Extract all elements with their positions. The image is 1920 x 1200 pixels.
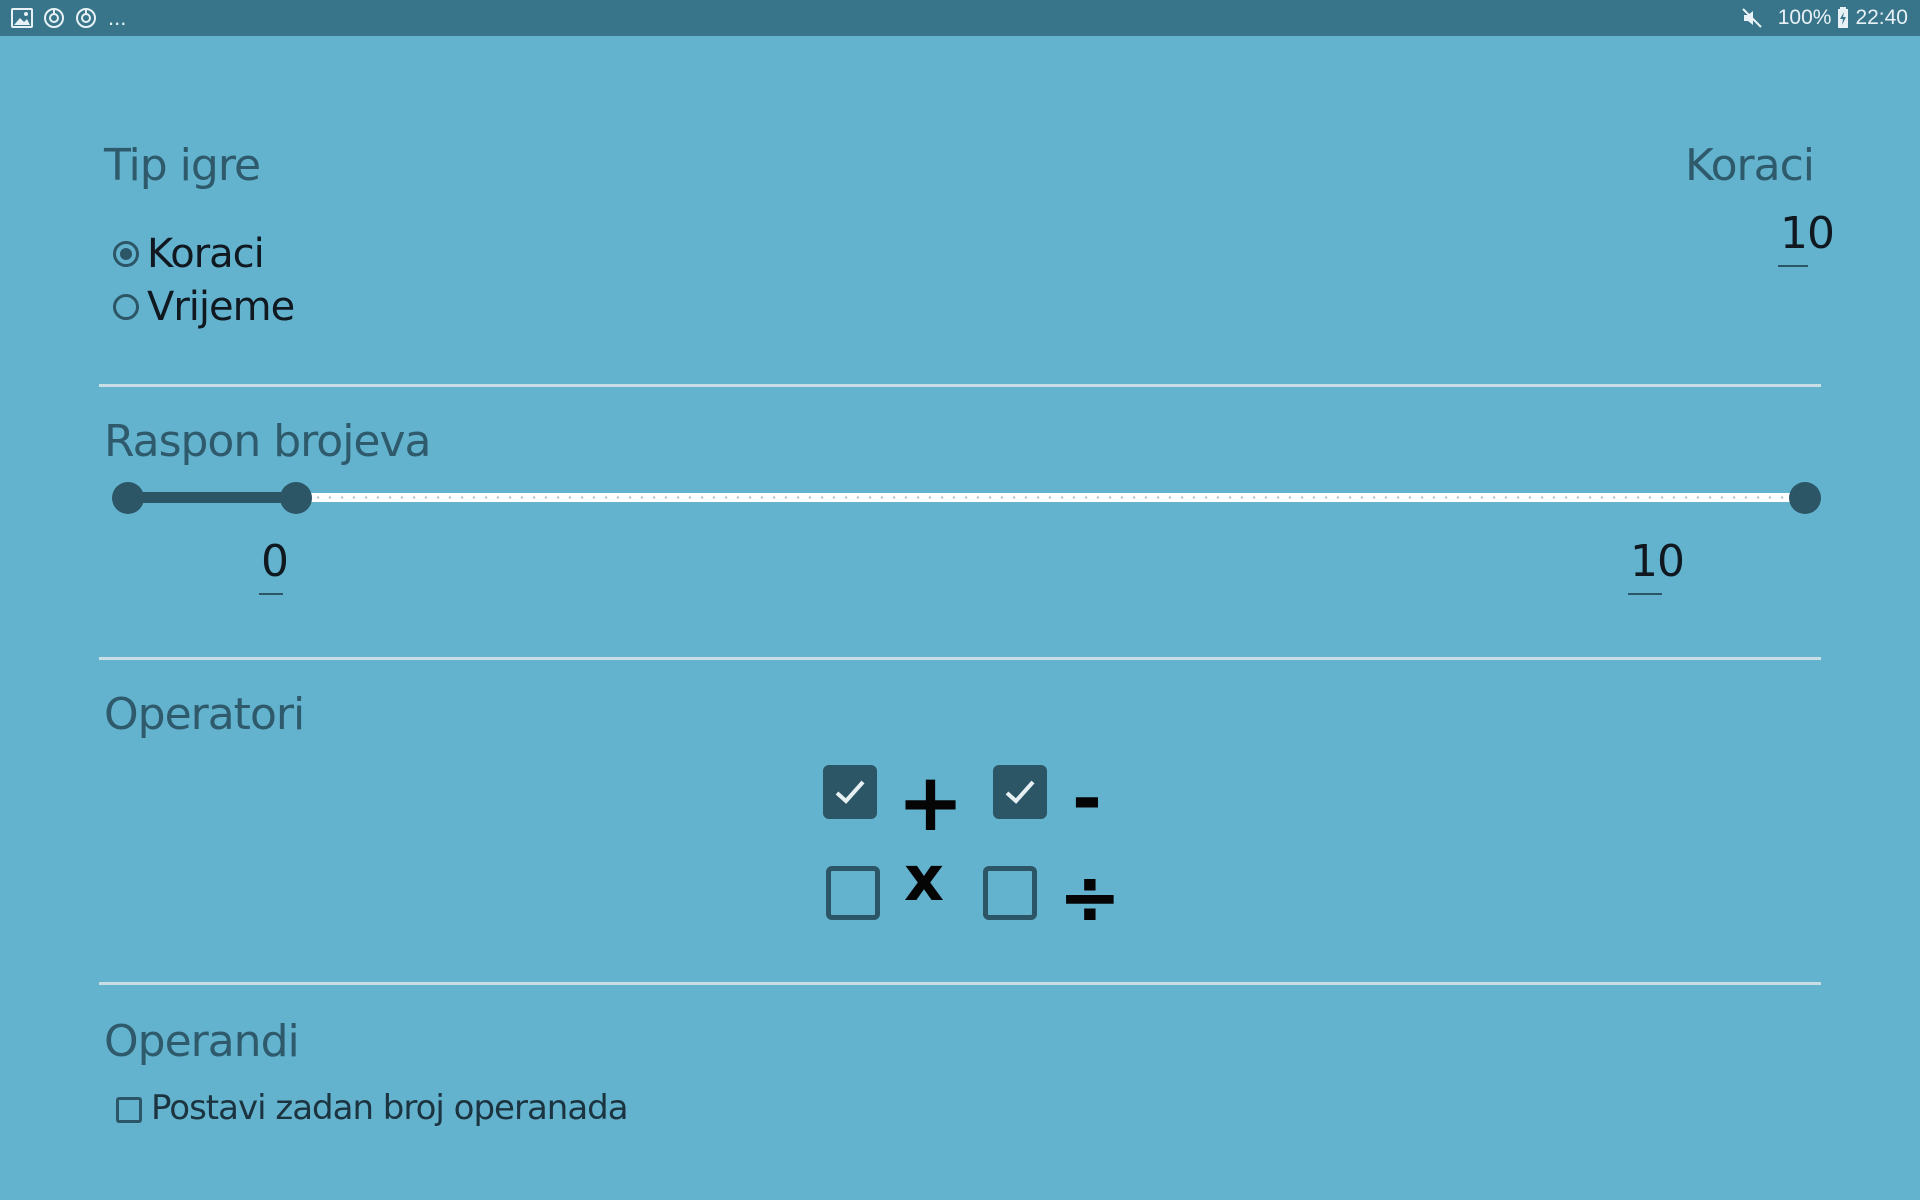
mute-icon: [1742, 8, 1762, 28]
operator-divide: ÷: [1058, 852, 1122, 941]
radio-koraci[interactable]: Koraci: [113, 231, 265, 277]
radio-koraci-label: Koraci: [147, 231, 265, 277]
clock: 22:40: [1855, 6, 1908, 29]
more-notifications-dots: ...: [108, 5, 127, 30]
slider-track-ticks: [300, 496, 1800, 499]
set-operand-count-label: Postavi zadan broj operanada: [151, 1088, 629, 1128]
operator-multiply: x: [904, 842, 944, 915]
range-max-field[interactable]: 10: [1628, 536, 1685, 595]
slider-min-thumb[interactable]: [280, 482, 312, 514]
steps-title: Koraci: [1684, 140, 1815, 191]
status-bar-system: 100% 22:40: [1740, 6, 1908, 30]
set-operand-count-checkbox[interactable]: [116, 1097, 142, 1123]
image-icon: [11, 8, 33, 28]
divider: [99, 657, 1821, 660]
status-bar: ... 100% 22:40: [0, 0, 1920, 36]
sync-icon: [44, 8, 64, 28]
radio-koraci-button[interactable]: [113, 241, 139, 267]
checkbox-addition[interactable]: [823, 765, 877, 819]
slider-max-thumb[interactable]: [1789, 482, 1821, 514]
operands-title: Operandi: [104, 1016, 300, 1067]
checkbox-subtraction[interactable]: [993, 765, 1047, 819]
game-type-title: Tip igre: [104, 140, 261, 191]
operator-minus: -: [1072, 756, 1102, 840]
checkbox-multiplication[interactable]: [826, 866, 880, 920]
divider: [99, 384, 1821, 387]
slider-start-thumb[interactable]: [112, 482, 144, 514]
steps-value-field[interactable]: 10: [1778, 208, 1835, 267]
battery-percent: 100%: [1777, 6, 1832, 29]
number-range-title: Raspon brojeva: [104, 416, 431, 467]
radio-vrijeme[interactable]: Vrijeme: [113, 284, 295, 330]
checkbox-division[interactable]: [983, 866, 1037, 920]
status-bar-notifications: ...: [10, 6, 126, 30]
sync-icon: [76, 8, 96, 28]
operator-plus: +: [897, 756, 965, 849]
radio-vrijeme-label: Vrijeme: [147, 284, 295, 330]
slider-track-fill: [128, 492, 296, 503]
divider: [99, 982, 1821, 985]
check-icon: [835, 780, 865, 804]
range-min-field[interactable]: 0: [259, 536, 289, 595]
check-icon: [1005, 780, 1035, 804]
radio-vrijeme-button[interactable]: [113, 294, 139, 320]
operators-title: Operatori: [104, 689, 305, 740]
battery-charging-icon: [1838, 7, 1849, 28]
